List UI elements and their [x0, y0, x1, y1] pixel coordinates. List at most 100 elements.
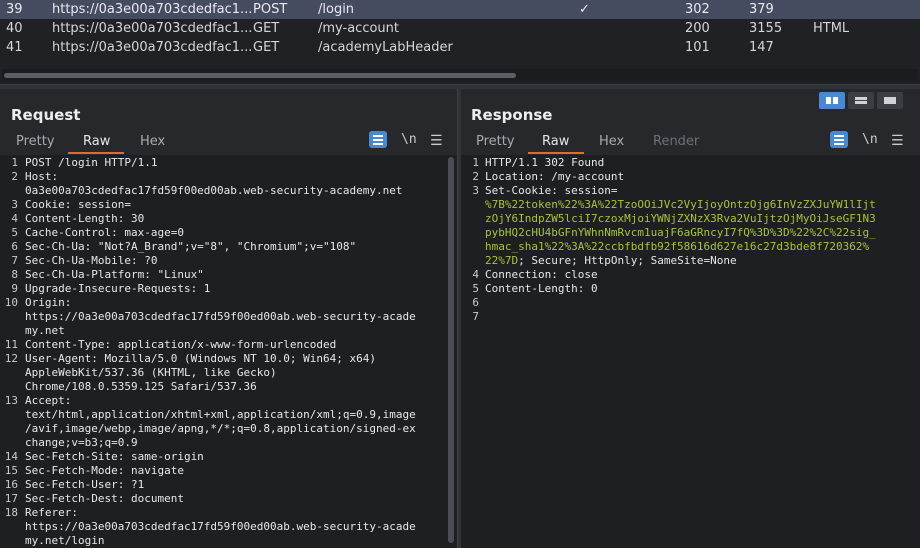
line-number: 13: [4, 394, 18, 407]
line-text: my.net: [25, 324, 65, 337]
tab-hex[interactable]: Hex: [140, 134, 165, 149]
row-mime: HTML: [813, 21, 850, 36]
row-id: 39: [6, 2, 23, 17]
row-id: 40: [6, 21, 23, 36]
row-status: 302: [685, 2, 710, 17]
history-row[interactable]: 41 https://0a3e00a703cdedfac1... GET /ac…: [0, 38, 920, 57]
line-text: POST /login HTTP/1.1: [25, 156, 158, 169]
line-text: HTTP/1.1 302 Found: [485, 156, 605, 169]
line-text: Sec-Ch-Ua: "Not?A_Brand";v="8", "Chromiu…: [25, 240, 357, 253]
word-wrap-icon[interactable]: [830, 131, 848, 148]
response-title: Response: [471, 106, 553, 124]
request-pane: Request Pretty Raw Hex \n ☰ 1 POST /login…: [0, 89, 457, 548]
row-length: 379: [749, 2, 774, 17]
row-host: https://0a3e00a703cdedfac1...: [52, 21, 253, 36]
checkmark-icon: ✓: [579, 2, 590, 17]
line-text: Chrome/108.0.5359.125 Safari/537.36: [25, 380, 257, 393]
line-text: Sec-Fetch-Site: same-origin: [25, 450, 204, 463]
row-method: GET: [253, 40, 280, 55]
row-method: GET: [253, 21, 280, 36]
request-editor[interactable]: 1 POST /login HTTP/1.1 2 Host: 0a3e00a703cde…: [0, 155, 457, 548]
row-url: /login: [318, 2, 355, 17]
history-row[interactable]: 39 https://0a3e00a703cdedfac1... POST /l…: [0, 0, 920, 19]
line-text: my.net/login: [25, 534, 105, 547]
active-tab-indicator: [528, 152, 584, 154]
tab-raw[interactable]: Raw: [542, 134, 569, 149]
request-title: Request: [11, 106, 81, 124]
line-number: 7: [472, 310, 479, 323]
line-number: 1: [472, 156, 479, 169]
line-text: Connection: close: [485, 268, 598, 281]
line-text: Content-Type: application/x-www-form-url…: [25, 338, 337, 351]
row-url: /my-account: [318, 21, 399, 36]
line-text: Cache-Control: max-age=0: [25, 226, 184, 239]
stacked-layout-icon[interactable]: [848, 92, 874, 109]
line-text: https://0a3e00a703cdedfac17fd59f00ed00ab…: [25, 520, 416, 533]
tab-pretty[interactable]: Pretty: [476, 134, 515, 149]
line-text: AppleWebKit/537.36 (KHTML, like Gecko): [25, 366, 277, 379]
line-text: Upgrade-Insecure-Requests: 1: [25, 282, 211, 295]
row-status: 101: [685, 40, 710, 55]
line-text: %7B%22token%22%3A%22TzoOOiJVc2VyIjoyOntz…: [485, 198, 876, 211]
request-scrollbar[interactable]: [448, 157, 454, 543]
line-number: 15: [4, 464, 18, 477]
menu-icon[interactable]: ☰: [430, 133, 443, 149]
line-suffix: ; Secure; HttpOnly; SameSite=None: [518, 254, 737, 267]
line-text: Referer:: [25, 506, 78, 519]
line-text: Sec-Ch-Ua-Mobile: ?0: [25, 254, 158, 267]
line-text: Location: /my-account: [485, 170, 625, 183]
show-newlines-button[interactable]: \n: [401, 132, 417, 147]
line-text: zOjY6IndpZW5lciI7czoxMjoiYWNjZXNzX3Rva2V…: [485, 212, 876, 225]
row-host: https://0a3e00a703cdedfac1...: [52, 40, 253, 55]
line-number: 16: [4, 478, 18, 491]
show-newlines-button[interactable]: \n: [862, 132, 878, 147]
menu-icon[interactable]: ☰: [891, 133, 904, 149]
line-number: 5: [472, 282, 479, 295]
line-number: 6: [472, 296, 479, 309]
line-text: text/html,application/xhtml+xml,applicat…: [25, 408, 416, 421]
line-text: 0a3e00a703cdedfac17fd59f00ed00ab.web-sec…: [25, 184, 403, 197]
line-number: 7: [11, 254, 18, 267]
line-text: Sec-Fetch-Mode: navigate: [25, 464, 184, 477]
line-text: Sec-Fetch-Dest: document: [25, 492, 184, 505]
line-number: 17: [4, 492, 18, 505]
line-text: Sec-Fetch-User: ?1: [25, 478, 145, 491]
single-pane-layout-icon[interactable]: [877, 92, 903, 109]
line-text: Accept:: [25, 394, 72, 407]
tab-pretty[interactable]: Pretty: [16, 134, 55, 149]
line-number: 4: [11, 212, 18, 225]
line-text: hmac_sha1%22%3A%22ccbfbdfb92f58616d627e1…: [485, 240, 870, 253]
tab-raw[interactable]: Raw: [83, 134, 110, 149]
line-text: Origin:: [25, 296, 72, 309]
line-text: Host:: [25, 170, 59, 183]
line-number: 2: [11, 170, 18, 183]
line-number: 14: [4, 450, 18, 463]
response-editor[interactable]: 1 HTTP/1.1 302 Found 2 Location: /my-accoun…: [461, 155, 920, 548]
row-host: https://0a3e00a703cdedfac1...: [52, 2, 253, 17]
line-number: 5: [11, 226, 18, 239]
row-id: 41: [6, 40, 23, 55]
tab-render[interactable]: Render: [653, 134, 699, 149]
line-text: Set-Cookie: session=: [485, 184, 618, 197]
line-text: Content-Length: 0: [485, 282, 598, 295]
line-number: 6: [11, 240, 18, 253]
line-text: Sec-Ch-Ua-Platform: "Linux": [25, 268, 204, 281]
line-number: 18: [4, 506, 18, 519]
response-pane: Response Pretty Raw Hex Render \n ☰ 1 HTT…: [461, 89, 920, 548]
line-text: User-Agent: Mozilla/5.0 (Windows NT 10.0…: [25, 352, 376, 365]
line-text: change;v=b3;q=0.9: [25, 436, 138, 449]
line-number: 9: [11, 282, 18, 295]
scrollbar-thumb[interactable]: [4, 73, 516, 78]
proxy-history-table: 39 https://0a3e00a703cdedfac1... POST /l…: [0, 0, 920, 84]
line-number: 11: [4, 338, 18, 351]
word-wrap-icon[interactable]: [369, 131, 387, 148]
line-number: 4: [472, 268, 479, 281]
side-by-side-layout-icon[interactable]: [819, 92, 845, 109]
line-text: Content-Length: 30: [25, 212, 145, 225]
line-text: Cookie: session=: [25, 198, 131, 211]
history-row[interactable]: 40 https://0a3e00a703cdedfac1... GET /my…: [0, 19, 920, 38]
line-number: 3: [11, 198, 18, 211]
row-status: 200: [685, 21, 710, 36]
row-length: 3155: [749, 21, 783, 36]
tab-hex[interactable]: Hex: [599, 134, 624, 149]
